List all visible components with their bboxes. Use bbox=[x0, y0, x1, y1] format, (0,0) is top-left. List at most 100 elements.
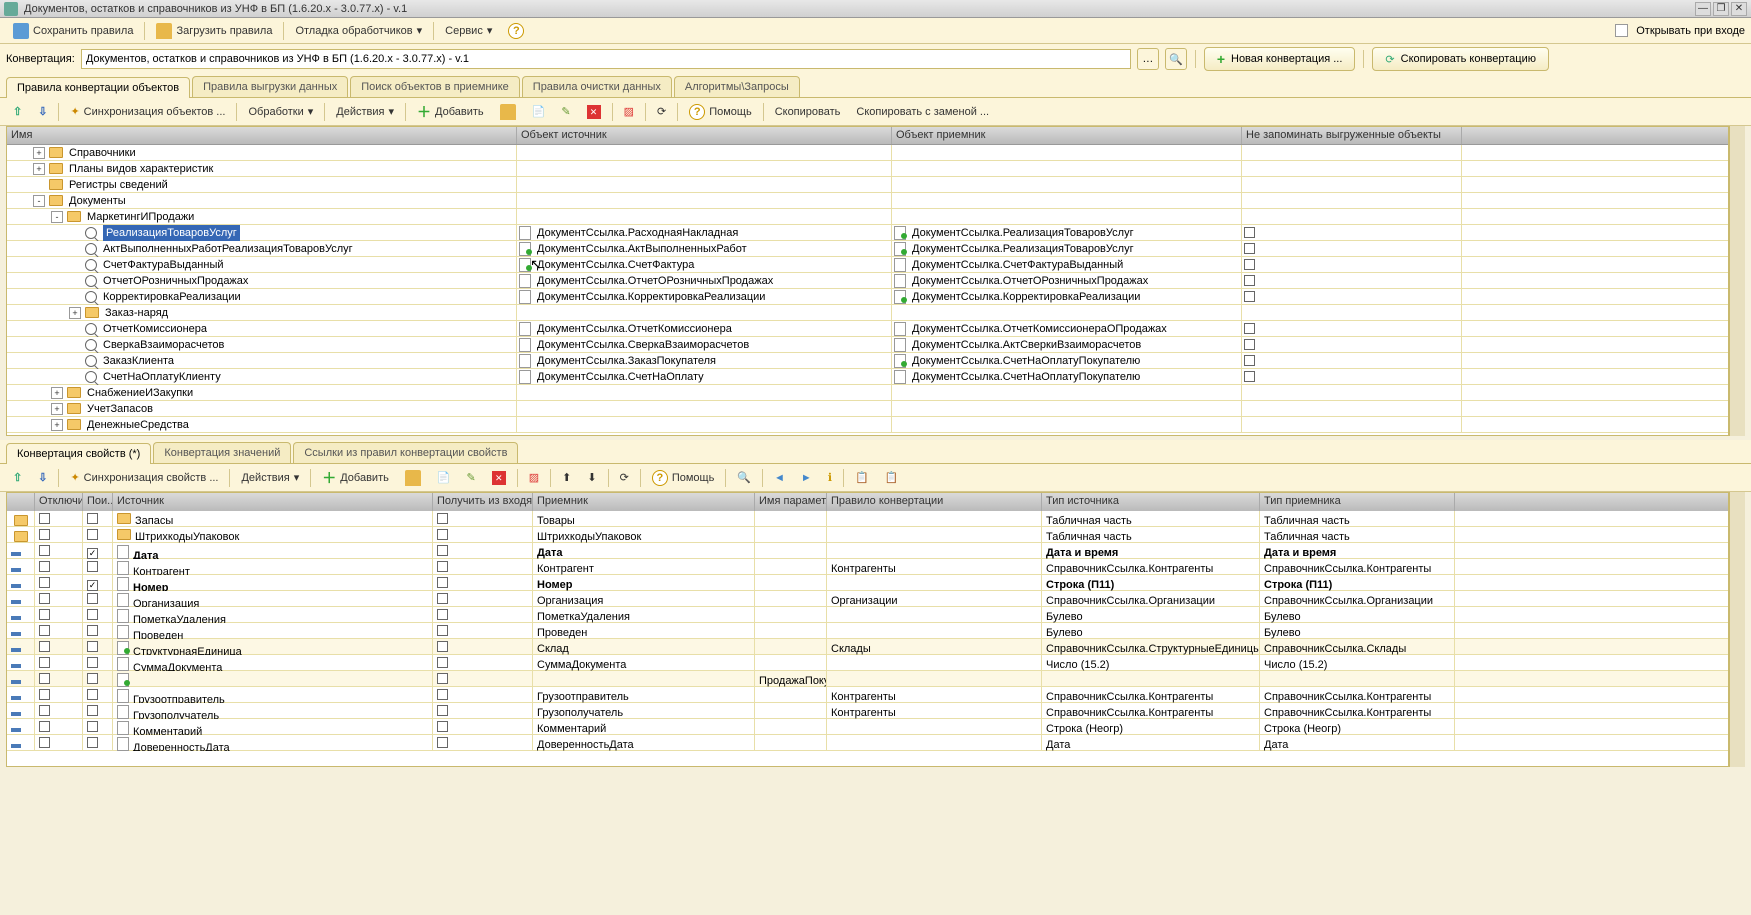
load-rules-button[interactable]: Загрузить правила bbox=[149, 20, 279, 42]
mark2-button[interactable]: ▨ bbox=[522, 468, 546, 487]
prop-row[interactable]: ДоверенностьДатаДоверенностьДатаДатаДата bbox=[7, 735, 1728, 751]
col-header[interactable]: Имя bbox=[7, 127, 517, 144]
tree-row[interactable]: +УчетЗапасов bbox=[7, 401, 1728, 417]
col2-header[interactable]: Пои... bbox=[83, 493, 113, 511]
add-folder2-button[interactable] bbox=[398, 467, 428, 489]
tab-2[interactable]: Поиск объектов в приемнике bbox=[350, 76, 520, 97]
tab-0[interactable]: Правила конвертации объектов bbox=[6, 77, 190, 98]
search2-button[interactable]: 🔍 bbox=[730, 468, 758, 487]
actions2-button[interactable]: Действия ▾ bbox=[234, 468, 306, 487]
maximize-button[interactable]: ❐ bbox=[1713, 2, 1729, 16]
conversion-search-button[interactable]: 🔍 bbox=[1165, 48, 1187, 70]
tab-3[interactable]: Правила очистки данных bbox=[522, 76, 672, 97]
tree-row[interactable]: +Планы видов характеристик bbox=[7, 161, 1728, 177]
tree-row[interactable]: -Документы bbox=[7, 193, 1728, 209]
prop-row[interactable]: ШтрихкодыУпаковокШтрихкодыУпаковокТаблич… bbox=[7, 527, 1728, 543]
minimize-button[interactable]: — bbox=[1695, 2, 1711, 16]
lower-tab-0[interactable]: Конвертация свойств (*) bbox=[6, 443, 151, 464]
conversion-input[interactable] bbox=[81, 49, 1131, 69]
lower-tab-2[interactable]: Ссылки из правил конвертации свойств bbox=[293, 442, 518, 463]
col2-header[interactable]: Тип источника bbox=[1042, 493, 1260, 511]
col2-header[interactable]: Источник bbox=[113, 493, 433, 511]
delete2-button[interactable]: ✕ bbox=[485, 468, 513, 488]
down2-button[interactable]: ⇩ bbox=[31, 468, 54, 487]
next-button[interactable]: ► bbox=[794, 469, 819, 487]
prop-row[interactable]: ✓ДатаДатаДата и времяДата и время bbox=[7, 543, 1728, 559]
save-rules-button[interactable]: Сохранить правила bbox=[6, 20, 140, 42]
prop-row[interactable]: ГрузополучательГрузополучательКонтрагент… bbox=[7, 703, 1728, 719]
prop-row[interactable]: ОрганизацияОрганизацияОрганизацииСправоч… bbox=[7, 591, 1728, 607]
grid2-scrollbar[interactable] bbox=[1729, 492, 1745, 767]
tree-row[interactable]: +ДенежныеСредства bbox=[7, 417, 1728, 433]
prev-button[interactable]: ◄ bbox=[767, 469, 792, 487]
tree-row[interactable]: +Справочники bbox=[7, 145, 1728, 161]
tree-row[interactable]: ЗаказКлиентаДокументСсылка.ЗаказПокупате… bbox=[7, 353, 1728, 369]
copy-item-button[interactable]: 📄 bbox=[525, 102, 553, 121]
copy2-button[interactable]: 📄 bbox=[430, 468, 458, 487]
tree-row[interactable]: СчетФактураВыданныйДокументСсылка.СчетФа… bbox=[7, 257, 1728, 273]
prop-row[interactable]: СуммаДокументаСуммаДокументаЧисло (15.2)… bbox=[7, 655, 1728, 671]
rules-grid[interactable]: ИмяОбъект источникОбъект приемникНе запо… bbox=[6, 126, 1729, 436]
tree-row[interactable]: +Заказ-наряд bbox=[7, 305, 1728, 321]
delete-button[interactable]: ✕ bbox=[580, 102, 608, 122]
tab-1[interactable]: Правила выгрузки данных bbox=[192, 76, 348, 97]
lower-tab-1[interactable]: Конвертация значений bbox=[153, 442, 291, 463]
moveup-button[interactable]: ⬆ bbox=[555, 468, 578, 487]
up2-button[interactable]: ⇧ bbox=[6, 468, 29, 487]
copy-replace-button[interactable]: Скопировать с заменой ... bbox=[849, 103, 996, 121]
help-button[interactable]: ? bbox=[501, 20, 531, 42]
prop-row[interactable]: ЗапасыТоварыТабличная частьТабличная час… bbox=[7, 511, 1728, 527]
info-button[interactable]: ℹ bbox=[821, 468, 839, 487]
sync-props-button[interactable]: ✦Синхронизация свойств ... bbox=[63, 468, 225, 487]
movedn-button[interactable]: ⬇ bbox=[580, 468, 603, 487]
prop-row[interactable]: ГрузоотправительГрузоотправительКонтраге… bbox=[7, 687, 1728, 703]
debug-handlers-button[interactable]: Отладка обработчиков ▾ bbox=[288, 21, 429, 40]
tree-row[interactable]: СверкаВзаиморасчетовДокументСсылка.Сверк… bbox=[7, 337, 1728, 353]
sync-objects-button[interactable]: ✦Синхронизация объектов ... bbox=[63, 102, 232, 121]
service-button[interactable]: Сервис ▾ bbox=[438, 21, 499, 40]
prop-row[interactable]: ПродажаПоку... bbox=[7, 671, 1728, 687]
open-on-enter-checkbox[interactable] bbox=[1615, 24, 1628, 37]
processing-button[interactable]: Обработки ▾ bbox=[241, 102, 320, 121]
prop-row[interactable]: КомментарийКомментарийСтрока (Неогр)Стро… bbox=[7, 719, 1728, 735]
col-header[interactable]: Объект приемник bbox=[892, 127, 1242, 144]
tree-row[interactable]: ОтчетОРозничныхПродажахДокументСсылка.От… bbox=[7, 273, 1728, 289]
prop-row[interactable]: ПометкаУдаленияПометкаУдаленияБулевоБуле… bbox=[7, 607, 1728, 623]
down-button[interactable]: ⇩ bbox=[31, 102, 54, 121]
prop-row[interactable]: ПроведенПроведенБулевоБулево bbox=[7, 623, 1728, 639]
new-conversion-button[interactable]: +Новая конвертация ... bbox=[1204, 47, 1356, 71]
add2-button[interactable]: ＋Добавить bbox=[315, 465, 396, 491]
tree-row[interactable]: РеализацияТоваровУслугДокументСсылка.Рас… bbox=[7, 225, 1728, 241]
tab-4[interactable]: Алгоритмы\Запросы bbox=[674, 76, 800, 97]
close-button[interactable]: ✕ bbox=[1731, 2, 1747, 16]
prop-row[interactable]: КонтрагентКонтрагентКонтрагентыСправочни… bbox=[7, 559, 1728, 575]
tool2-button[interactable]: 📋 bbox=[878, 468, 906, 487]
col2-header[interactable]: Тип приемника bbox=[1260, 493, 1455, 511]
edit2-button[interactable]: ✎ bbox=[460, 468, 483, 487]
tree-row[interactable]: АктВыполненныхРаботРеализацияТоваровУслу… bbox=[7, 241, 1728, 257]
help2-button[interactable]: ?Помощь bbox=[682, 101, 759, 123]
grid1-scrollbar[interactable] bbox=[1729, 126, 1745, 436]
col2-header[interactable]: Имя парамет... bbox=[755, 493, 827, 511]
col2-header[interactable]: Получить из входя... bbox=[433, 493, 533, 511]
col-header[interactable]: Объект источник bbox=[517, 127, 892, 144]
col2-header[interactable]: Отключи... bbox=[35, 493, 83, 511]
col2-header[interactable] bbox=[7, 493, 35, 511]
col2-header[interactable]: Приемник bbox=[533, 493, 755, 511]
properties-grid[interactable]: Отключи...Пои...ИсточникПолучить из вход… bbox=[6, 492, 1729, 767]
tool1-button[interactable]: 📋 bbox=[848, 468, 876, 487]
tree-row[interactable]: +СнабжениеИЗакупки bbox=[7, 385, 1728, 401]
tree-row[interactable]: КорректировкаРеализацииДокументСсылка.Ко… bbox=[7, 289, 1728, 305]
refresh-button[interactable]: ⟳ bbox=[650, 102, 673, 121]
up-button[interactable]: ⇧ bbox=[6, 102, 29, 121]
tree-row[interactable]: СчетНаОплатуКлиентуДокументСсылка.СчетНа… bbox=[7, 369, 1728, 385]
edit-button[interactable]: ✎ bbox=[554, 102, 577, 121]
refresh2-button[interactable]: ⟳ bbox=[613, 468, 636, 487]
col-header[interactable]: Не запоминать выгруженные объекты bbox=[1242, 127, 1462, 144]
copy-conversion-button[interactable]: ⟳Скопировать конвертацию bbox=[1372, 47, 1549, 71]
add-button[interactable]: ＋Добавить bbox=[410, 99, 491, 125]
tree-row[interactable]: ОтчетКомиссионераДокументСсылка.ОтчетКом… bbox=[7, 321, 1728, 337]
tree-row[interactable]: -МаркетингИПродажи bbox=[7, 209, 1728, 225]
prop-row[interactable]: СтруктурнаяЕдиницаСкладСкладыСправочникС… bbox=[7, 639, 1728, 655]
mark-button[interactable]: ▨ bbox=[617, 102, 641, 121]
